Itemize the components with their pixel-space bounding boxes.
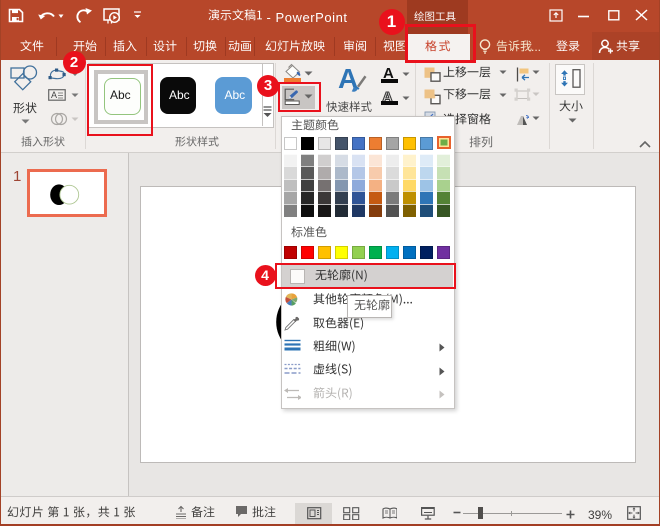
svg-text:A: A	[51, 90, 57, 100]
